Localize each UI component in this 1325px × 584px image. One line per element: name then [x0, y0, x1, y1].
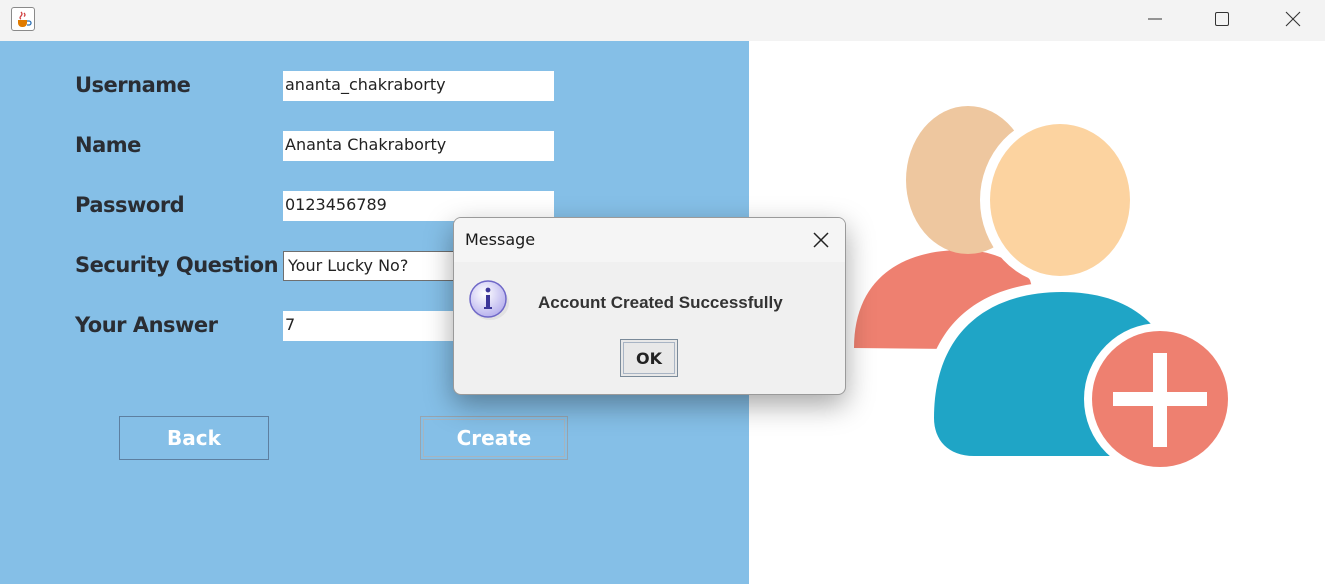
minimize-icon — [1148, 18, 1162, 20]
message-dialog: Message Account Created Successfully OK — [453, 217, 846, 395]
back-button[interactable]: Back — [119, 416, 269, 460]
maximize-button[interactable] — [1187, 0, 1257, 38]
close-window-button[interactable] — [1258, 0, 1325, 38]
your-answer-label: Your Answer — [75, 313, 218, 337]
password-label: Password — [75, 193, 185, 217]
information-icon — [468, 279, 510, 321]
create-button[interactable]: Create — [420, 416, 568, 460]
security-question-label: Security Question — [75, 253, 279, 277]
window-titlebar — [0, 0, 1325, 41]
username-label: Username — [75, 73, 191, 97]
close-icon — [1285, 11, 1301, 27]
dialog-title: Message — [465, 230, 536, 249]
dialog-message: Account Created Successfully — [538, 293, 783, 312]
minimize-button[interactable] — [1120, 0, 1190, 38]
dialog-close-button[interactable] — [806, 228, 836, 252]
add-user-icon — [840, 100, 1240, 480]
java-coffee-cup-icon — [11, 7, 35, 31]
close-icon — [813, 232, 829, 248]
name-field[interactable]: Ananta Chakraborty — [283, 131, 554, 161]
name-label: Name — [75, 133, 141, 157]
maximize-icon — [1215, 12, 1229, 26]
username-field[interactable]: ananta_chakraborty — [283, 71, 554, 101]
ok-button[interactable]: OK — [620, 339, 678, 377]
